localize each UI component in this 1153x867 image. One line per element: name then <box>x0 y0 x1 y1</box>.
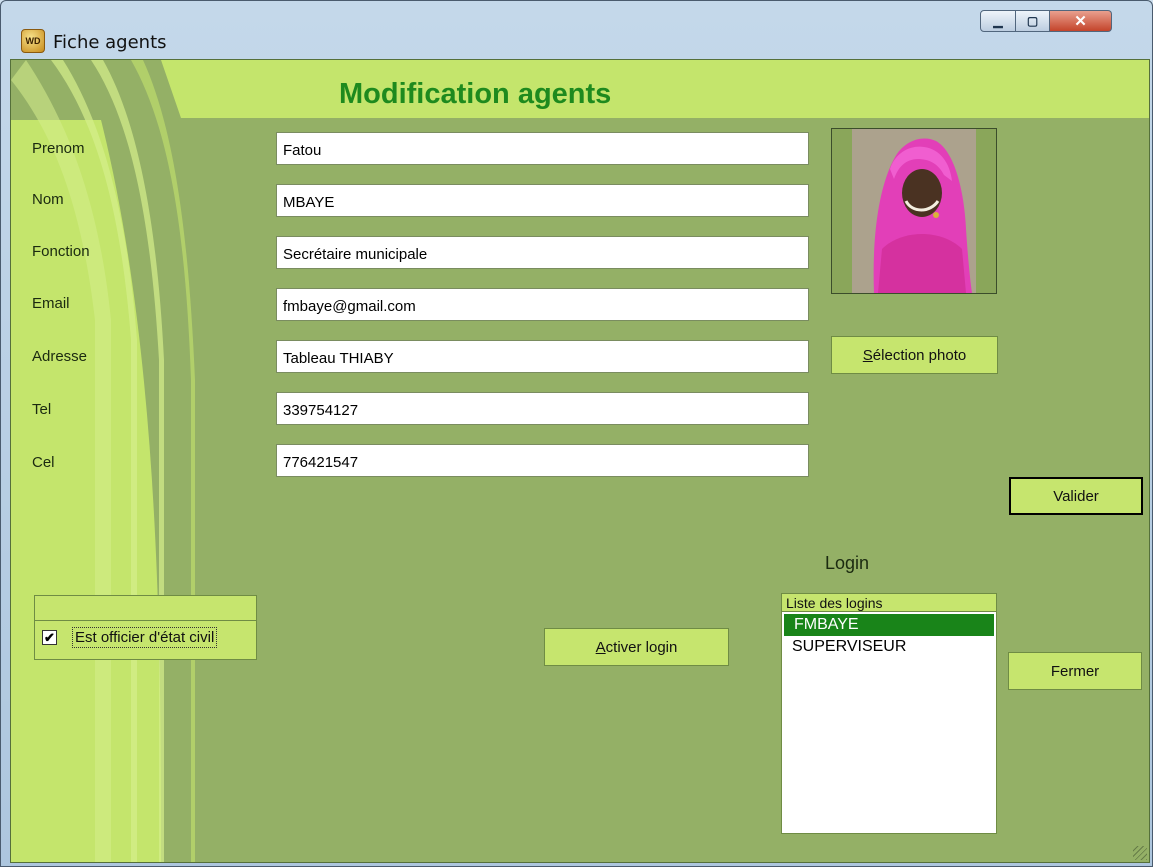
window-title: Fiche agents <box>53 32 167 53</box>
page-title: Modification agents <box>339 78 612 110</box>
resize-grip-icon[interactable] <box>1133 846 1147 860</box>
activate-login-label: ctiver login <box>605 638 678 656</box>
maximize-icon: ▢ <box>1026 14 1039 28</box>
prenom-field[interactable]: Fatou <box>276 132 809 165</box>
wd-icon: WD <box>21 29 45 53</box>
window: WD Fiche agents ▁ ▢ ✕ Modification agent… <box>0 0 1153 867</box>
minimize-button[interactable]: ▁ <box>980 10 1016 32</box>
form-client-area: Modification agents Prenom Fatou Nom MBA… <box>10 59 1150 863</box>
login-item-superviseur[interactable]: SUPERVISEUR <box>782 636 996 658</box>
label-nom: Nom <box>32 191 64 208</box>
close-form-button[interactable]: Fermer <box>1008 652 1142 690</box>
label-adresse: Adresse <box>32 348 88 365</box>
email-field[interactable]: fmbaye@gmail.com <box>276 288 809 321</box>
login-title: Login <box>825 553 870 573</box>
tel-field[interactable]: 339754127 <box>276 392 809 425</box>
cel-field[interactable]: 776421547 <box>276 444 809 477</box>
officer-checkbox-label[interactable]: Est officier d'état civil <box>72 627 218 648</box>
close-button[interactable]: ✕ <box>1050 10 1112 32</box>
nom-field[interactable]: MBAYE <box>276 184 809 217</box>
validate-button[interactable]: Valider <box>1009 477 1143 515</box>
label-tel: Tel <box>32 401 52 418</box>
label-email: Email <box>32 295 70 312</box>
select-photo-mnemonic: S <box>862 346 873 364</box>
label-prenom: Prenom <box>32 140 85 157</box>
officer-checkbox-group: ✔ Est officier d'état civil <box>34 595 257 660</box>
minimize-icon: ▁ <box>993 14 1003 28</box>
select-photo-label: élection photo <box>872 346 967 364</box>
officer-checkbox[interactable]: ✔ <box>42 630 57 645</box>
agent-photo <box>831 128 997 294</box>
adresse-field[interactable]: Tableau THIABY <box>276 340 809 373</box>
portrait-image <box>852 129 976 293</box>
activate-login-mnemonic: A <box>595 638 606 656</box>
login-item-fmbaye[interactable]: FMBAYE <box>784 614 994 636</box>
maximize-button[interactable]: ▢ <box>1016 10 1050 32</box>
close-icon: ✕ <box>1074 13 1087 30</box>
select-photo-button[interactable]: Sélection photo <box>831 336 998 374</box>
activate-login-button[interactable]: Activer login <box>544 628 729 666</box>
officer-checkbox-row[interactable]: ✔ Est officier d'état civil <box>35 620 256 659</box>
title-bar[interactable]: WD Fiche agents ▁ ▢ ✕ <box>1 1 1152 59</box>
logins-listbox[interactable]: Liste des logins FMBAYE SUPERVISEUR <box>781 593 997 834</box>
header-band: Modification agents <box>11 60 1149 118</box>
label-fonction: Fonction <box>32 243 90 260</box>
fonction-field[interactable]: Secrétaire municipale <box>276 236 809 269</box>
label-cel: Cel <box>32 454 55 471</box>
logins-list-header: Liste des logins <box>782 594 996 612</box>
